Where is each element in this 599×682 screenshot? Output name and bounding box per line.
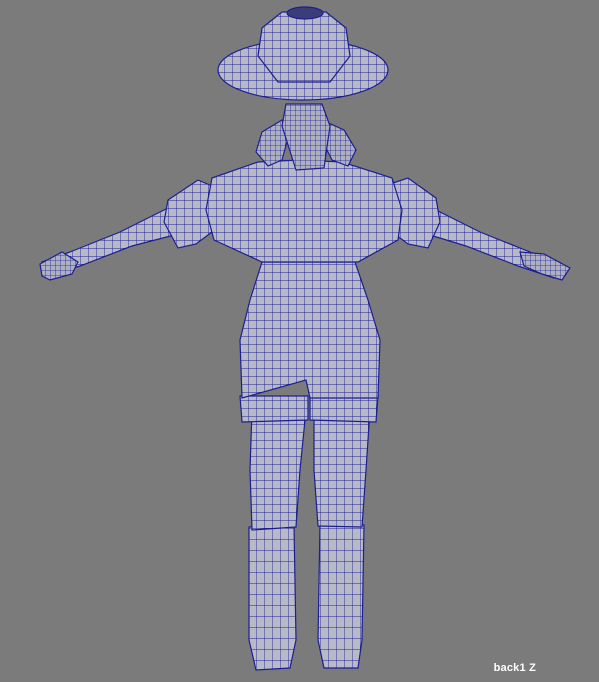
camera-name-label: back1 Z [493,662,536,674]
3d-viewport[interactable]: back1 Z [0,0,599,682]
character-wireframe-model[interactable] [0,0,599,682]
torso [205,159,403,263]
right-boot [317,523,365,669]
right-hand [519,251,571,281]
right-short-cuff [309,395,379,423]
shorts [239,261,381,399]
right-leg [313,409,371,528]
left-boot [248,524,297,671]
left-leg [249,409,307,531]
left-short-cuff [239,395,309,423]
hat-top-opening [286,6,324,20]
left-sleeve [163,179,213,249]
hat-crown [257,11,351,83]
